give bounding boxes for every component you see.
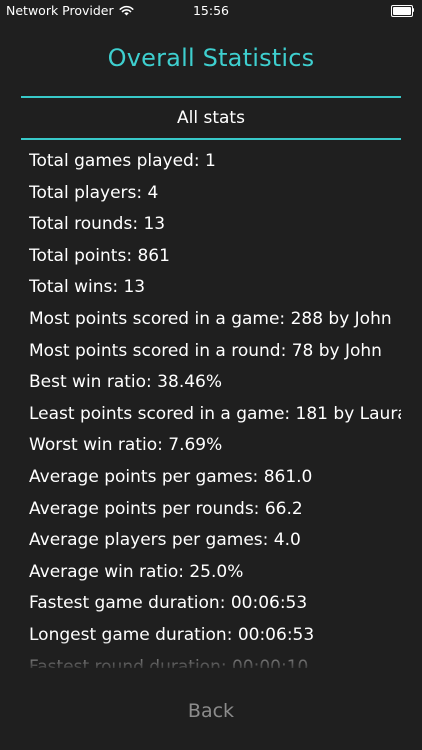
battery-icon	[391, 5, 414, 17]
stat-total-points: Total points: 861	[29, 245, 170, 266]
stat-avg-points-rounds: Average points per rounds: 66.2	[29, 498, 303, 519]
header-divider-top	[21, 96, 401, 98]
stats-list[interactable]: Total games played: 1 Total players: 4 T…	[29, 148, 401, 668]
stat-total-rounds: Total rounds: 13	[29, 214, 166, 235]
stat-avg-points-games: Average points per games: 861.0	[29, 466, 313, 487]
stat-fastest-game: Fastest game duration: 00:06:53	[29, 593, 308, 614]
stat-longest-game: Longest game duration: 00:06:53	[29, 624, 315, 645]
stat-total-wins: Total wins: 13	[29, 277, 146, 298]
stat-most-points-round: Most points scored in a round: 78 by Joh…	[29, 340, 382, 361]
stat-avg-players-games: Average players per games: 4.0	[29, 530, 301, 551]
section-header: All stats	[177, 108, 245, 128]
stat-worst-win-ratio: Worst win ratio: 7.69%	[29, 435, 223, 456]
status-time: 15:56	[192, 3, 230, 18]
stat-fastest-round: Fastest round duration: 00:00:10	[29, 656, 309, 669]
stat-most-points-game: Most points scored in a game: 288 by Joh…	[29, 308, 392, 329]
stat-total-players: Total players: 4	[29, 182, 159, 203]
back-button[interactable]: Back	[0, 700, 422, 722]
header-divider-bottom	[21, 138, 401, 140]
stat-best-win-ratio: Best win ratio: 38.46%	[29, 372, 223, 393]
stat-total-games: Total games played: 1	[29, 151, 216, 171]
status-bar: Network Provider 15:56	[0, 0, 422, 22]
battery-level	[393, 7, 411, 15]
stat-least-points-game: Least points scored in a game: 181 by La…	[29, 403, 401, 424]
stat-avg-win-ratio: Average win ratio: 25.0%	[29, 561, 244, 582]
page-title: Overall Statistics	[107, 44, 315, 72]
